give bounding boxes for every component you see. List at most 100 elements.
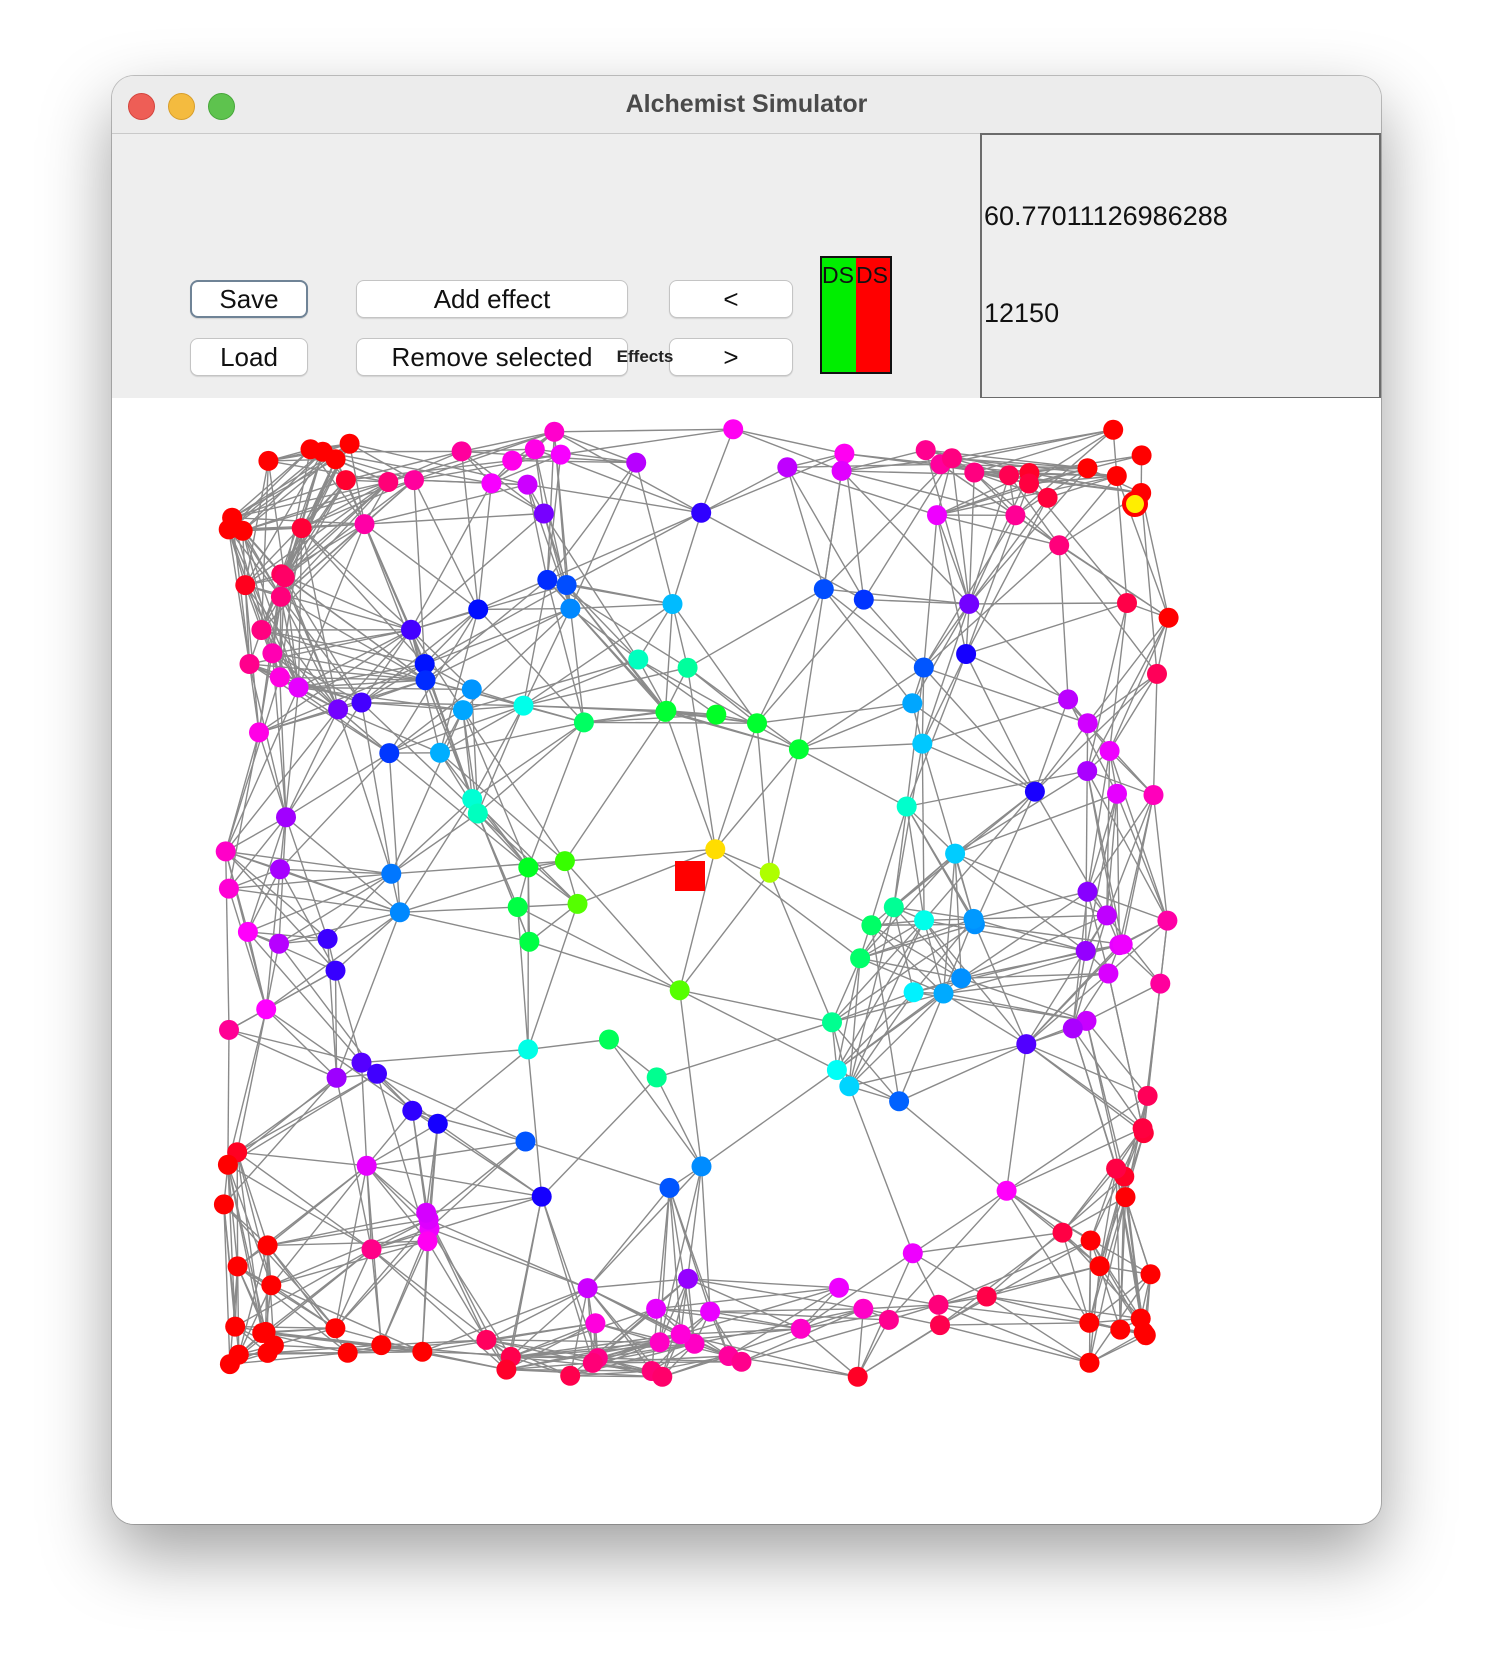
load-button[interactable]: Load xyxy=(190,338,308,376)
graph-node[interactable] xyxy=(1058,689,1079,710)
graph-node[interactable] xyxy=(599,1029,619,1050)
graph-node[interactable] xyxy=(371,1335,392,1356)
graph-node[interactable] xyxy=(451,441,472,462)
graph-node[interactable] xyxy=(261,1275,282,1296)
graph-node[interactable] xyxy=(626,452,647,473)
graph-node[interactable] xyxy=(662,594,683,614)
graph-node[interactable] xyxy=(945,843,966,864)
graph-node[interactable] xyxy=(507,897,528,917)
graph-node[interactable] xyxy=(476,1329,497,1350)
graph-node[interactable] xyxy=(417,1231,438,1252)
graph-node[interactable] xyxy=(531,1186,552,1207)
add-effect-button[interactable]: Add effect xyxy=(356,280,628,318)
graph-node[interactable] xyxy=(826,1060,847,1080)
graph-node[interactable] xyxy=(1098,963,1119,984)
graph-node[interactable] xyxy=(834,443,855,464)
graph-node[interactable] xyxy=(328,699,349,720)
graph-node[interactable] xyxy=(628,649,649,670)
graph-node[interactable] xyxy=(1157,910,1178,931)
graph-node[interactable] xyxy=(996,1180,1017,1201)
graph-node[interactable] xyxy=(225,1316,246,1337)
graph-node[interactable] xyxy=(1019,473,1039,494)
graph-node[interactable] xyxy=(691,502,712,523)
graph-node[interactable] xyxy=(468,599,489,620)
graph-node[interactable] xyxy=(269,933,289,954)
graph-node[interactable] xyxy=(550,444,571,465)
graph-node[interactable] xyxy=(1077,713,1098,734)
graph-node[interactable] xyxy=(822,1012,842,1033)
graph-node[interactable] xyxy=(317,928,338,949)
graph-node[interactable] xyxy=(659,1177,680,1198)
graph-node[interactable] xyxy=(1131,445,1152,466)
graph-node[interactable] xyxy=(951,968,972,989)
effect-swatch[interactable]: DS DS xyxy=(820,256,892,374)
graph-node[interactable] xyxy=(515,1131,536,1152)
graph-node[interactable] xyxy=(560,1365,581,1386)
graph-node[interactable] xyxy=(963,908,984,929)
graph-node[interactable] xyxy=(496,1359,517,1380)
graph-node[interactable] xyxy=(412,1341,433,1362)
graph-node[interactable] xyxy=(544,421,565,442)
graph-node[interactable] xyxy=(853,589,874,610)
graph-node[interactable] xyxy=(896,796,917,817)
graph-node[interactable] xyxy=(878,1309,899,1330)
graph-node[interactable] xyxy=(351,692,372,713)
selected-node[interactable] xyxy=(1122,491,1148,517)
graph-node[interactable] xyxy=(356,1155,377,1176)
graph-node[interactable] xyxy=(533,503,554,524)
graph-node[interactable] xyxy=(291,518,312,539)
graph-node[interactable] xyxy=(239,654,260,674)
graph-node[interactable] xyxy=(914,910,935,931)
graph-node[interactable] xyxy=(262,643,283,664)
graph-node[interactable] xyxy=(670,1324,691,1345)
graph-node[interactable] xyxy=(585,1313,606,1334)
graph-node[interactable] xyxy=(1052,1222,1073,1243)
graph-node[interactable] xyxy=(1150,973,1171,994)
graph-node[interactable] xyxy=(219,1019,239,1040)
graph-node[interactable] xyxy=(354,514,375,535)
graph-node[interactable] xyxy=(270,586,291,607)
network-graph[interactable] xyxy=(112,398,1381,1524)
graph-node[interactable] xyxy=(1158,607,1179,628)
graph-node[interactable] xyxy=(723,419,744,440)
graph-node[interactable] xyxy=(276,807,296,828)
graph-node[interactable] xyxy=(831,460,852,481)
graph-node[interactable] xyxy=(1079,1352,1100,1373)
graph-node[interactable] xyxy=(219,1354,240,1375)
graph-node[interactable] xyxy=(861,915,882,936)
graph-node[interactable] xyxy=(759,862,780,883)
graph-node[interactable] xyxy=(1037,487,1058,508)
graph-node[interactable] xyxy=(416,1202,437,1223)
graph-node[interactable] xyxy=(573,712,594,733)
graph-node[interactable] xyxy=(325,1318,346,1339)
graph-node[interactable] xyxy=(1132,1118,1153,1139)
graph-node[interactable] xyxy=(232,520,253,541)
graph-node[interactable] xyxy=(1112,934,1133,955)
graph-node[interactable] xyxy=(1133,1322,1154,1343)
graph-node[interactable] xyxy=(691,1156,712,1177)
graph-node[interactable] xyxy=(1106,466,1127,486)
graph-node[interactable] xyxy=(361,1239,382,1260)
graph-node[interactable] xyxy=(902,693,923,714)
graph-node[interactable] xyxy=(401,619,421,640)
graph-node[interactable] xyxy=(1110,1319,1131,1340)
graph-node[interactable] xyxy=(337,1342,358,1363)
graph-node[interactable] xyxy=(956,644,977,664)
graph-node[interactable] xyxy=(928,1294,949,1315)
graph-node[interactable] xyxy=(1016,1034,1037,1055)
graph-node[interactable] xyxy=(669,980,690,1001)
graph-node[interactable] xyxy=(300,439,321,460)
graph-node[interactable] xyxy=(915,440,936,461)
graph-node[interactable] xyxy=(847,1366,868,1387)
graph-node[interactable] xyxy=(326,1067,347,1088)
graph-node[interactable] xyxy=(649,1332,670,1353)
graph-node[interactable] xyxy=(258,450,279,471)
graph-node[interactable] xyxy=(1062,1018,1083,1039)
graph-node[interactable] xyxy=(389,902,410,923)
graph-node[interactable] xyxy=(524,439,545,460)
graph-node[interactable] xyxy=(999,465,1019,486)
graph-node[interactable] xyxy=(567,893,588,914)
graph-node[interactable] xyxy=(217,1154,238,1175)
graph-node[interactable] xyxy=(850,948,871,969)
graph-node[interactable] xyxy=(889,1091,910,1112)
